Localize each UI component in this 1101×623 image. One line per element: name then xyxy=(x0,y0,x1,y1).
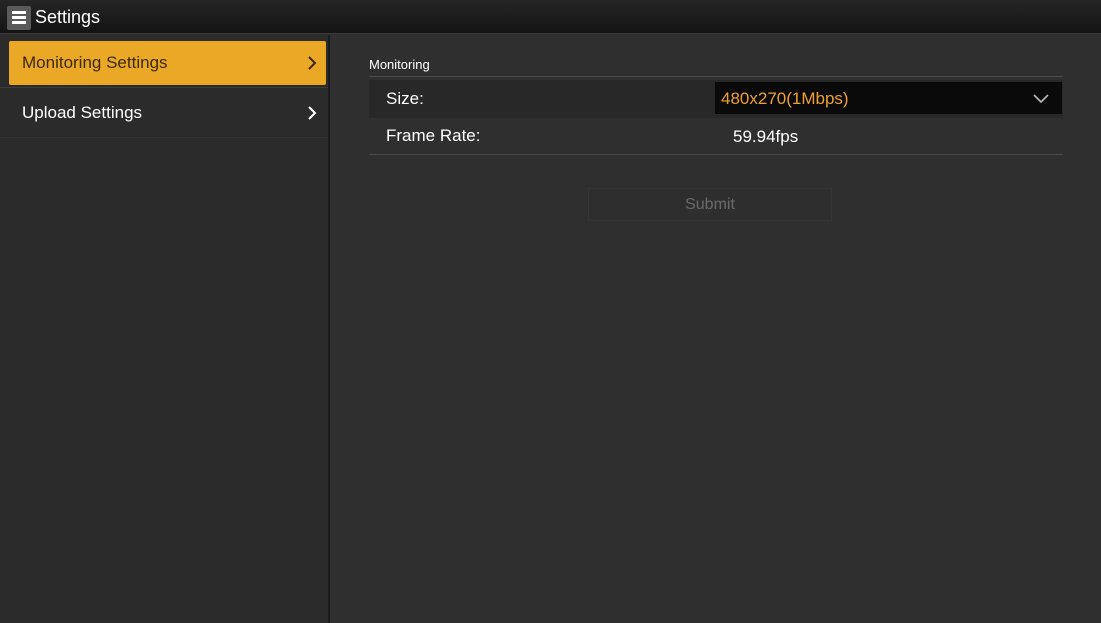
sidebar-divider xyxy=(0,87,328,88)
sidebar: Monitoring Settings Upload Settings xyxy=(0,35,330,623)
menu-icon-bar xyxy=(12,21,26,24)
top-bar: Settings xyxy=(0,0,1101,34)
size-select[interactable]: 480x270(1Mbps) xyxy=(715,82,1062,114)
menu-icon-bar xyxy=(12,11,26,14)
frame-rate-label: Frame Rate: xyxy=(386,126,481,145)
section-divider xyxy=(369,76,1063,77)
main-panel: Monitoring Size: 480x270(1Mbps) Frame Ra… xyxy=(332,35,1101,623)
sidebar-item-label: Upload Settings xyxy=(22,103,143,122)
section-title: Monitoring xyxy=(369,57,430,72)
frame-rate-value: 59.94fps xyxy=(733,127,799,146)
sidebar-item-label: Monitoring Settings xyxy=(22,53,168,72)
sidebar-item-monitoring-settings[interactable]: Monitoring Settings xyxy=(9,41,326,85)
size-label: Size: xyxy=(386,89,424,108)
chevron-down-icon xyxy=(1033,94,1049,104)
sidebar-divider xyxy=(0,137,328,138)
menu-button[interactable] xyxy=(7,6,31,30)
submit-button[interactable]: Submit xyxy=(588,188,832,221)
size-row: Size: 480x270(1Mbps) xyxy=(369,80,1063,118)
menu-icon-bar xyxy=(12,16,26,19)
frame-rate-row: Frame Rate: 59.94fps xyxy=(369,117,1063,155)
chevron-right-icon xyxy=(308,106,317,120)
sidebar-item-upload-settings[interactable]: Upload Settings xyxy=(9,91,326,135)
chevron-right-icon xyxy=(308,56,317,70)
size-selected-value: 480x270(1Mbps) xyxy=(721,89,849,108)
app-title: Settings xyxy=(35,7,101,27)
